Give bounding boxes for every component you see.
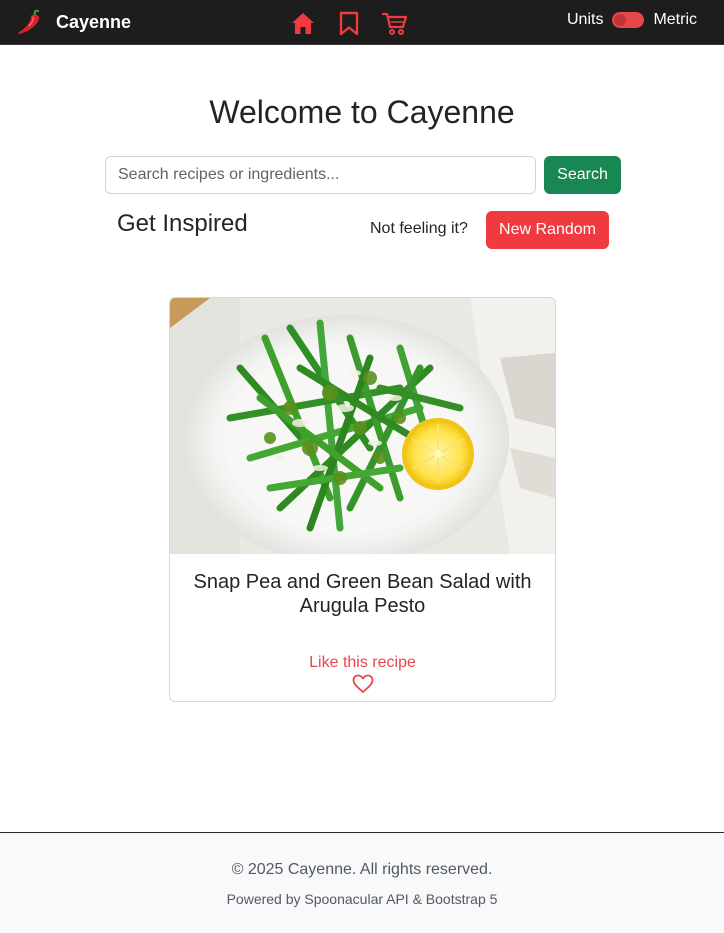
- home-icon[interactable]: [290, 10, 316, 36]
- units-toggle-group: Units Metric: [567, 11, 697, 29]
- page-title: Welcome to Cayenne: [209, 94, 515, 130]
- brand-name: Cayenne: [56, 11, 132, 32]
- search-button[interactable]: Search: [544, 156, 621, 194]
- units-switch[interactable]: [612, 12, 645, 28]
- recipe-card: Snap Pea and Green Bean Salad with Arugu…: [169, 297, 556, 702]
- metric-label: Metric: [653, 11, 697, 28]
- search-input[interactable]: [105, 156, 536, 194]
- heart-outline-icon[interactable]: [352, 674, 374, 694]
- navbar: Cayenne Units Metric: [0, 0, 724, 45]
- units-label: Units: [566, 11, 604, 28]
- chili-pepper-icon: [18, 9, 40, 34]
- nav-icons: [290, 10, 408, 36]
- footer: © 2025 Cayenne. All rights reserved. Pow…: [0, 832, 724, 933]
- powered-by-text: Powered by Spoonacular API & Bootstrap 5: [226, 891, 498, 907]
- not-feeling-text: Not feeling it?: [370, 220, 468, 237]
- recipe-image[interactable]: [170, 298, 555, 554]
- units-switch-knob: [614, 14, 627, 26]
- cart-icon[interactable]: [382, 10, 408, 36]
- new-random-button[interactable]: New Random: [486, 211, 609, 249]
- like-recipe-link[interactable]: Like this recipe: [170, 654, 555, 672]
- bookmark-icon[interactable]: [336, 10, 362, 36]
- copyright-text: © 2025 Cayenne. All rights reserved.: [231, 861, 493, 878]
- recipe-title[interactable]: Snap Pea and Green Bean Salad with Arugu…: [180, 570, 545, 618]
- get-inspired-heading: Get Inspired: [117, 210, 248, 237]
- brand-link[interactable]: Cayenne: [16, 6, 131, 38]
